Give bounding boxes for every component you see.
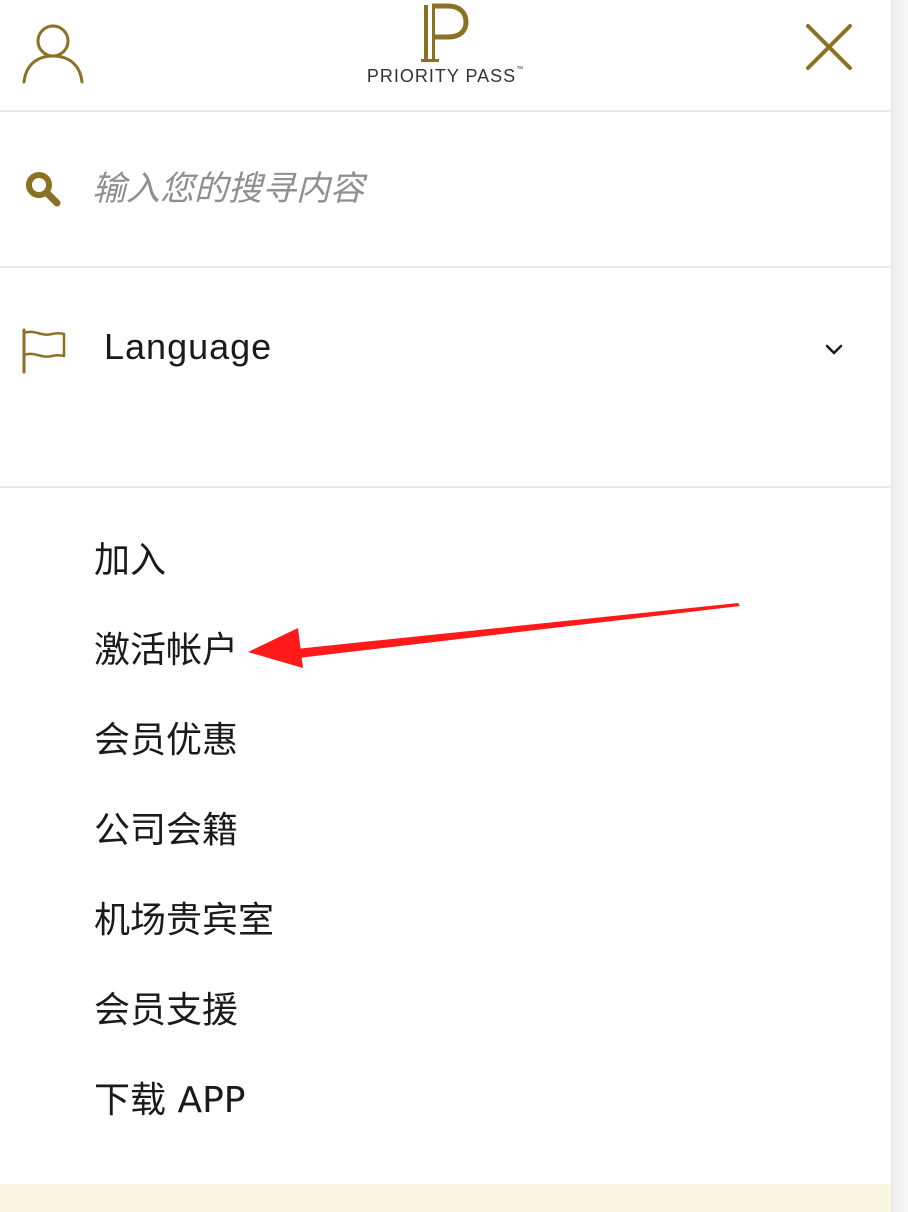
flag-icon <box>22 328 66 374</box>
search-bar <box>0 112 891 266</box>
scrollbar-track[interactable] <box>891 0 908 1212</box>
menu-item-join[interactable]: 加入 <box>0 516 891 606</box>
language-selector[interactable]: Language <box>0 300 891 400</box>
brand-name: PRIORITY PASS™ <box>366 66 524 86</box>
menu-item-member-offers[interactable]: 会员优惠 <box>0 696 891 786</box>
search-divider <box>0 266 891 268</box>
user-outline-icon <box>22 24 84 84</box>
language-divider <box>0 486 891 488</box>
chevron-down-icon <box>825 344 843 355</box>
language-label: Language <box>104 326 273 367</box>
priority-pass-logo[interactable]: PRIORITY PASS™ <box>340 0 550 96</box>
bottom-banner-edge <box>0 1184 891 1212</box>
close-icon <box>806 24 852 70</box>
menu-item-member-support[interactable]: 会员支援 <box>0 966 891 1056</box>
close-menu-button[interactable] <box>800 20 856 76</box>
user-account-button[interactable] <box>18 18 88 88</box>
menu-item-airport-lounges[interactable]: 机场贵宾室 <box>0 876 891 966</box>
menu-item-corporate-membership[interactable]: 公司会籍 <box>0 786 891 876</box>
search-input[interactable] <box>92 160 852 218</box>
search-icon[interactable] <box>24 170 62 208</box>
main-menu: 加入 激活帐户 会员优惠 公司会籍 机场贵宾室 会员支援 下载 APP <box>0 516 891 1146</box>
pp-monogram-icon <box>421 3 469 62</box>
navigation-panel: PRIORITY PASS™ Language 加入 激活帐户 会员优惠 公司会… <box>0 0 891 1184</box>
menu-item-activate-account[interactable]: 激活帐户 <box>0 606 891 696</box>
menu-item-download-app[interactable]: 下载 APP <box>0 1056 891 1146</box>
